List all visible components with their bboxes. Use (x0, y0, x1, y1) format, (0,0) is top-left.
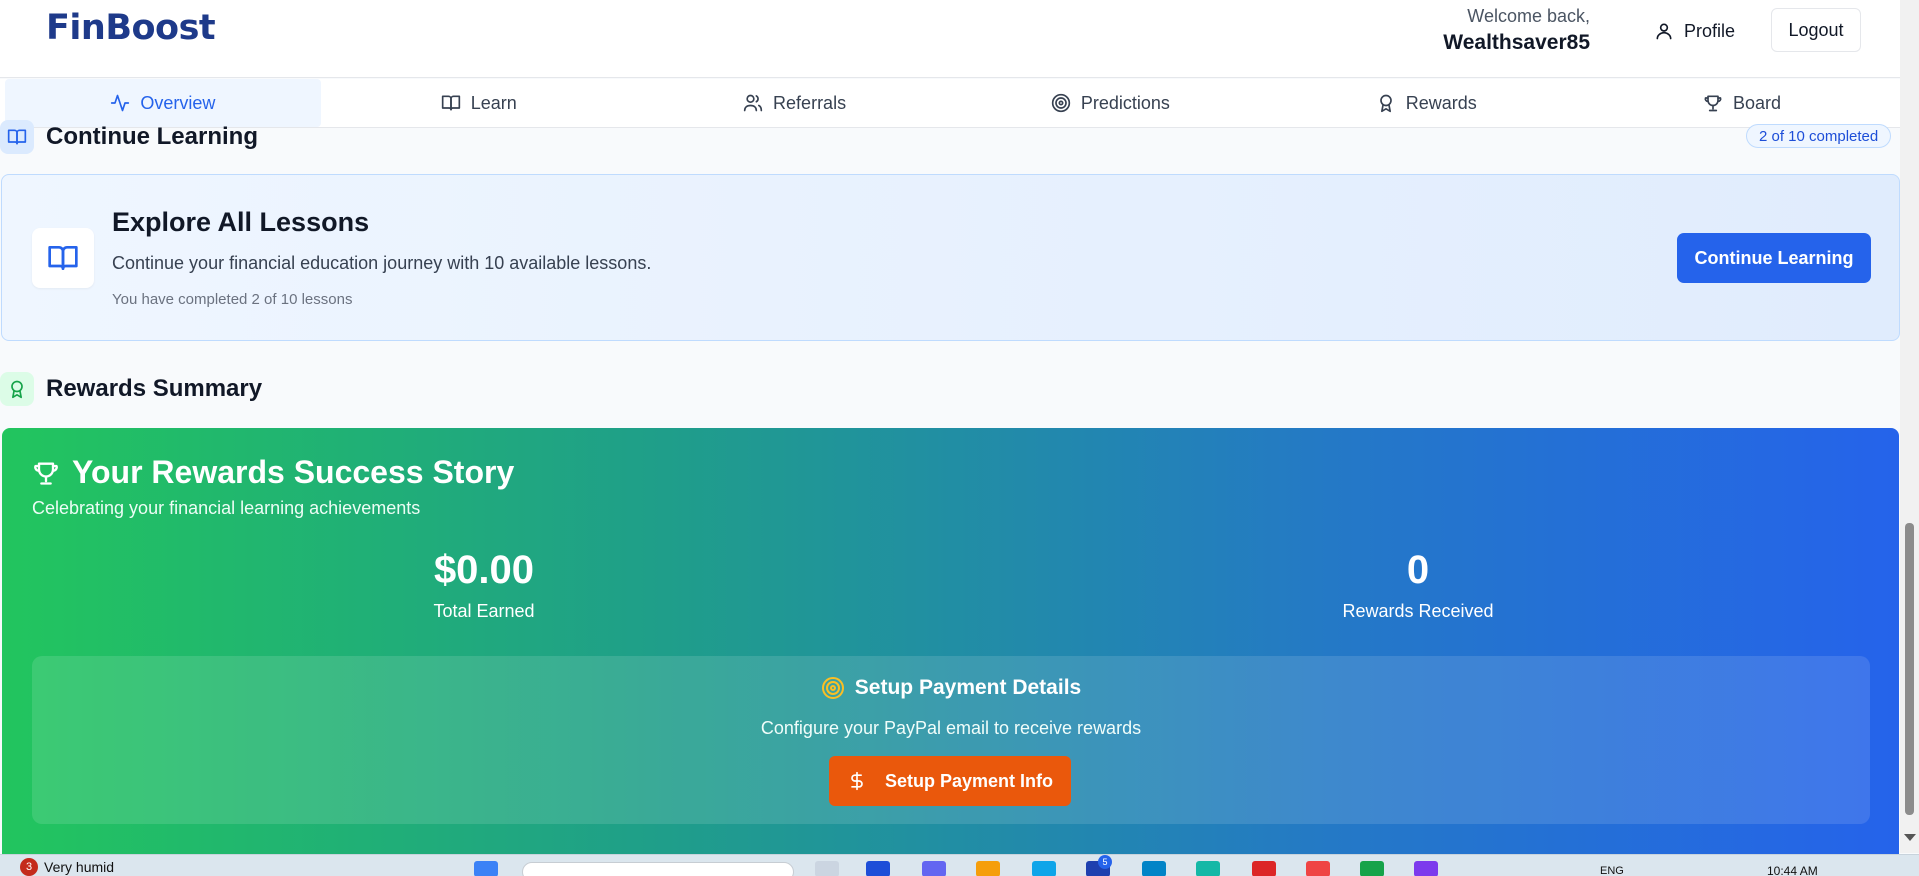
rewards-card-subtitle: Celebrating your financial learning achi… (32, 498, 421, 518)
scroll-down-arrow[interactable] (1904, 834, 1916, 841)
payment-title-row: Setup Payment Details (32, 676, 1870, 700)
page-scrollbar[interactable] (1900, 0, 1919, 853)
edge-browser-icon[interactable] (866, 861, 890, 876)
tab-predictions[interactable]: Predictions (952, 79, 1268, 127)
rewards-card-title-row: Your Rewards Success Story (32, 454, 514, 491)
outlook-icon[interactable]: 5 (1086, 855, 1112, 876)
payment-description: Configure your PayPal email to receive r… (760, 718, 1142, 738)
welcome-line: Welcome back, (1467, 6, 1590, 26)
tab-label: Referrals (773, 92, 847, 113)
book-icon (441, 95, 460, 111)
target-icon (1051, 93, 1071, 113)
finboost-logo[interactable]: FinBoost (46, 8, 216, 48)
teams-icon[interactable] (922, 861, 946, 876)
tab-referrals[interactable]: Referrals (637, 79, 953, 127)
award-icon (1379, 94, 1392, 113)
tab-label: Rewards (1405, 92, 1477, 113)
rewards-success-card: Your Rewards Success Story Celebrating y… (2, 428, 1899, 854)
username: Wealthsaver85 (1443, 31, 1590, 54)
rewards-summary-heading: Rewards Summary (0, 372, 262, 406)
os-taskbar: 3 Very humid 5 ENG 10:44 AM (0, 854, 1919, 876)
profile-button[interactable]: Profile (1646, 14, 1743, 48)
gmail-icon[interactable] (1252, 861, 1276, 876)
section-title: Rewards Summary (46, 375, 263, 402)
rewards-received-stat: 0 Rewards Received (1168, 548, 1668, 622)
language-indicator[interactable]: ENG (1600, 865, 1624, 876)
user-icon (1656, 23, 1672, 40)
total-earned-label: Total Earned (433, 601, 535, 621)
file-explorer-icon[interactable] (976, 861, 1000, 876)
dollar-icon (851, 771, 863, 791)
activity-icon (111, 94, 130, 112)
taskbar-search-box[interactable] (522, 862, 794, 876)
target-icon (821, 677, 844, 699)
clock[interactable]: 10:44 AM (1767, 864, 1818, 876)
profile-label: Profile (1684, 20, 1736, 41)
tab-rewards[interactable]: Rewards (1268, 79, 1584, 127)
tab-label: Learn (470, 92, 517, 113)
lessons-card-description: Continue your financial education journe… (112, 253, 652, 273)
setup-payment-button[interactable]: Setup Payment Info (829, 756, 1071, 806)
trophy-icon (1704, 95, 1722, 112)
task-view-icon[interactable] (815, 861, 839, 876)
app-icon[interactable] (1142, 861, 1166, 876)
store-icon[interactable] (1032, 861, 1056, 876)
tab-label: Board (1733, 92, 1782, 113)
trophy-icon (34, 462, 58, 485)
weather-widget[interactable]: 3 Very humid (20, 858, 114, 876)
app-header: FinBoost Welcome back, Wealthsaver85 Pro… (0, 0, 1900, 78)
logo-text: FinBoost (46, 8, 216, 48)
logout-button[interactable]: Logout (1771, 8, 1861, 52)
payment-setup-panel: Setup Payment Details Configure your Pay… (32, 656, 1870, 824)
main-tabs: Overview Learn Referrals Predictions Rew… (0, 79, 1900, 128)
chrome-profile-icon[interactable] (1360, 861, 1384, 876)
lessons-card-title: Explore All Lessons (112, 207, 370, 237)
windows-start-icon[interactable] (474, 861, 498, 876)
lessons-card-progress: You have completed 2 of 10 lessons (112, 291, 353, 308)
rewards-card-title: Your Rewards Success Story (72, 454, 515, 490)
chrome-profile-icon[interactable] (1414, 861, 1438, 876)
open-book-icon (32, 228, 94, 288)
award-icon (0, 372, 34, 406)
rewards-received-label: Rewards Received (1342, 601, 1494, 621)
explore-lessons-card: Explore All Lessons Continue your financ… (1, 174, 1900, 341)
tab-board[interactable]: Board (1584, 79, 1900, 127)
weather-text: Very humid (44, 859, 115, 875)
section-title: Continue Learning (46, 123, 258, 150)
app-icon[interactable] (1196, 861, 1220, 876)
continue-learning-heading: Continue Learning (0, 120, 258, 154)
welcome-block: Welcome back, Wealthsaver85 (1443, 6, 1590, 55)
tab-label: Overview (140, 92, 216, 113)
users-icon (743, 94, 763, 112)
tab-label: Predictions (1080, 92, 1170, 113)
total-earned-value: $0.00 (433, 548, 535, 592)
app-badge: 5 (1098, 855, 1112, 869)
lessons-progress-badge: 2 of 10 completed (1746, 124, 1892, 148)
scrollbar-thumb[interactable] (1905, 523, 1914, 815)
setup-payment-label: Setup Payment Info (884, 770, 1054, 791)
chrome-icon[interactable] (1306, 861, 1330, 876)
continue-learning-button[interactable]: Continue Learning (1677, 233, 1871, 283)
total-earned-stat: $0.00 Total Earned (234, 548, 734, 622)
notification-badge: 3 (20, 858, 38, 876)
payment-title: Setup Payment Details (854, 676, 1082, 699)
book-icon (0, 120, 34, 154)
tab-learn[interactable]: Learn (321, 79, 637, 127)
rewards-received-value: 0 (1406, 548, 1430, 592)
